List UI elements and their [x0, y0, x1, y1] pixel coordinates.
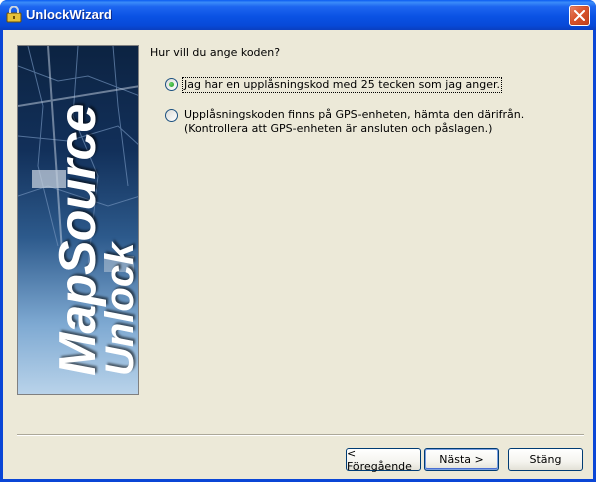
- question-label: Hur vill du ange koden?: [150, 46, 281, 59]
- title-bar[interactable]: UnlockWizard: [0, 0, 596, 30]
- brand-unlock-text: Unlock: [98, 242, 139, 376]
- option-enter-code-label[interactable]: Jag har en upplåsningskod med 25 tecken …: [182, 77, 503, 93]
- back-button[interactable]: < Föregående: [346, 447, 421, 473]
- radio-fetch-from-gps[interactable]: [165, 109, 178, 122]
- option-fetch-line1: Upplåsningskoden finns på GPS-enheten, h…: [184, 108, 525, 121]
- mapsource-banner-image: MapSource Unlock: [17, 45, 139, 395]
- wizard-window: UnlockWizard MapSource Unlock Hur vill d…: [0, 0, 596, 482]
- app-lock-icon: [6, 5, 22, 23]
- radio-enter-code[interactable]: [165, 78, 178, 91]
- footer-separator: [17, 434, 584, 436]
- close-window-button[interactable]: [569, 5, 590, 26]
- window-title: UnlockWizard: [26, 7, 112, 22]
- next-button[interactable]: Nästa >: [424, 448, 499, 471]
- option-fetch-from-gps-label[interactable]: Upplåsningskoden finns på GPS-enheten, h…: [182, 108, 524, 136]
- option-fetch-line2: (Kontrollera att GPS-enheten är ansluten…: [184, 122, 493, 135]
- option-enter-code[interactable]: Jag har en upplåsningskod med 25 tecken …: [165, 77, 503, 93]
- close-button[interactable]: Stäng: [508, 448, 583, 471]
- close-x-icon: [574, 10, 585, 21]
- option-fetch-from-gps[interactable]: Upplåsningskoden finns på GPS-enheten, h…: [165, 108, 524, 136]
- wizard-body: MapSource Unlock Hur vill du ange koden?…: [3, 30, 593, 479]
